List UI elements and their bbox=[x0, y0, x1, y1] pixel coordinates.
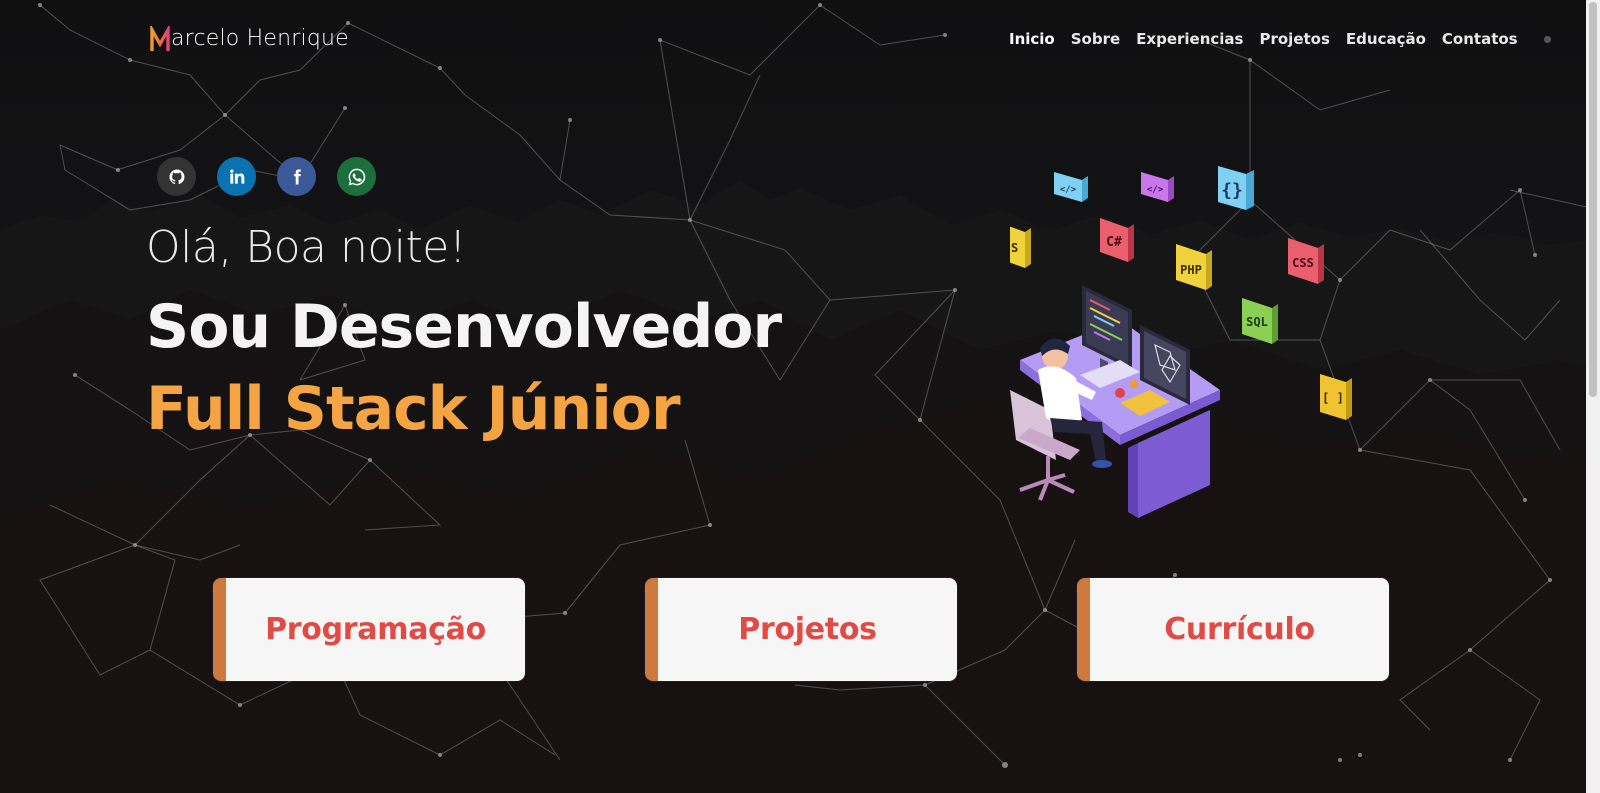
tag-csharp: C# bbox=[1100, 218, 1134, 262]
tag-css: CSS bbox=[1288, 238, 1324, 284]
social-links bbox=[157, 157, 376, 196]
nav-item-sobre[interactable]: Sobre bbox=[1071, 30, 1120, 48]
nav-item-educacao[interactable]: Educação bbox=[1346, 30, 1426, 48]
facebook-icon bbox=[293, 169, 301, 184]
nav-item-contatos[interactable]: Contatos bbox=[1442, 30, 1518, 48]
logo-m-icon bbox=[150, 26, 170, 51]
headline-title: Full Stack Júnior bbox=[146, 374, 681, 444]
programacao-card[interactable]: Programação bbox=[213, 578, 525, 681]
svg-text:CSS: CSS bbox=[1292, 256, 1314, 270]
svg-text:SQL: SQL bbox=[1246, 315, 1268, 329]
nav-item-inicio[interactable]: Inicio bbox=[1009, 30, 1055, 48]
svg-text:JS: JS bbox=[1010, 241, 1018, 255]
curriculo-card-label: Currículo bbox=[1164, 612, 1315, 647]
projetos-card-label: Projetos bbox=[738, 612, 877, 647]
svg-text:{}: {} bbox=[1221, 180, 1243, 201]
tag-js: JS bbox=[1010, 226, 1031, 268]
tag-sql: SQL bbox=[1242, 298, 1278, 344]
greeting-text: Olá, Boa noite! bbox=[146, 222, 466, 273]
tag-braces-blue: {} bbox=[1218, 166, 1254, 210]
svg-text:C#: C# bbox=[1106, 235, 1122, 250]
programacao-card-label: Programação bbox=[265, 612, 486, 647]
tag-html-blue: </> bbox=[1054, 172, 1088, 202]
github-link[interactable] bbox=[157, 157, 196, 196]
linkedin-icon bbox=[229, 169, 244, 184]
linkedin-link[interactable] bbox=[217, 157, 256, 196]
curriculo-card[interactable]: Currículo bbox=[1077, 578, 1389, 681]
theme-toggle-dot[interactable] bbox=[1544, 36, 1551, 43]
whatsapp-link[interactable] bbox=[337, 157, 376, 196]
coffee-mug bbox=[1115, 388, 1125, 398]
main-nav: Inicio Sobre Experiencias Projetos Educa… bbox=[1009, 30, 1518, 48]
nav-item-experiencias[interactable]: Experiencias bbox=[1136, 30, 1243, 48]
site-logo[interactable]: arcelo Henrique bbox=[150, 22, 349, 52]
nav-item-projetos[interactable]: Projetos bbox=[1259, 30, 1329, 48]
scrollbar-thumb[interactable] bbox=[1589, 2, 1597, 397]
tag-html-purple: </> bbox=[1141, 172, 1174, 202]
github-icon bbox=[169, 169, 184, 184]
page-scrollbar[interactable] bbox=[1586, 0, 1600, 793]
tag-php: PHP bbox=[1176, 244, 1212, 290]
logo-text: arcelo Henrique bbox=[171, 26, 349, 51]
whatsapp-icon bbox=[348, 168, 365, 185]
svg-text:[ ]: [ ] bbox=[1322, 391, 1344, 405]
svg-text:</>: </> bbox=[1060, 185, 1077, 195]
tag-brackets: [ ] bbox=[1320, 374, 1352, 420]
svg-text:</>: </> bbox=[1147, 185, 1164, 195]
facebook-link[interactable] bbox=[277, 157, 316, 196]
developer-illustration: </> </> {} JS C# PHP CSS SQL [ ] bbox=[1010, 166, 1352, 518]
headline-role: Sou Desenvolvedor bbox=[146, 292, 782, 362]
desk-ball bbox=[1130, 380, 1138, 388]
projetos-card[interactable]: Projetos bbox=[645, 578, 957, 681]
svg-text:PHP: PHP bbox=[1180, 263, 1202, 277]
